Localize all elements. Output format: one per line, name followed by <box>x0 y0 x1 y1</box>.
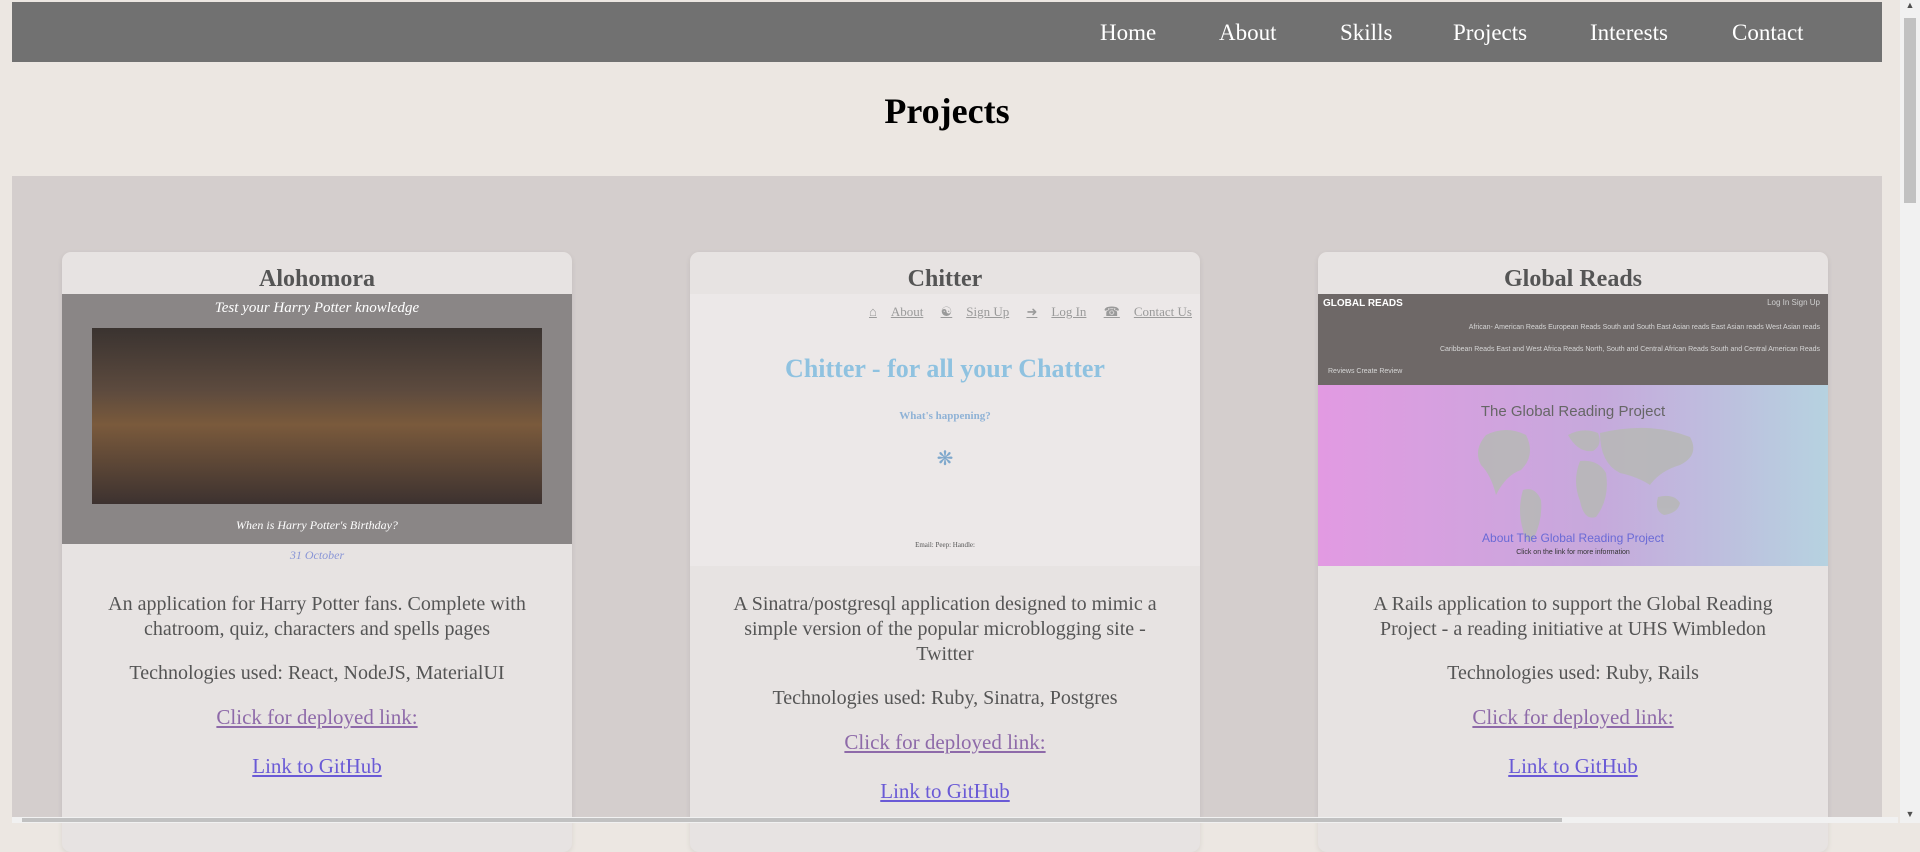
harry-potter-scene-image <box>92 328 542 504</box>
thumbnail-form: Email: Peep: Handle: <box>915 541 975 549</box>
project-thumbnail: ⌂ About ☯ Sign Up ➜ Log In ☎ Contact Us Chit… <box>690 294 1200 566</box>
thumbnail-background <box>690 294 1200 566</box>
thumbnail-auth: Log In Sign Up <box>1767 298 1820 307</box>
project-description: An application for Harry Potter fans. Co… <box>108 593 526 640</box>
project-thumbnail: GLOBAL READS Log In Sign Up African- Ame… <box>1318 294 1828 566</box>
top-nav: Home About Skills Projects Interests Con… <box>12 2 1882 62</box>
github-link[interactable]: Link to GitHub <box>1318 754 1828 779</box>
thumbnail-question: When is Harry Potter's Birthday? <box>236 518 398 532</box>
nav-about[interactable]: About <box>1219 20 1277 46</box>
thumbnail-nav-contact: Contact Us <box>1133 304 1192 319</box>
nav-skills[interactable]: Skills <box>1340 20 1392 46</box>
thumbnail-answer: 31 October <box>289 548 345 562</box>
thumbnail-navbar: GLOBAL READS Log In Sign Up African- Ame… <box>1318 294 1828 385</box>
scrollbar-thumb[interactable] <box>22 818 1562 822</box>
project-title: Alohomora <box>259 266 375 292</box>
scroll-down-arrow-icon[interactable]: ▼ <box>1900 809 1920 819</box>
horizontal-scrollbar[interactable] <box>12 817 1898 823</box>
vertical-scrollbar[interactable]: ▲ ▼ <box>1900 0 1920 823</box>
project-card-chitter: Chitter ⌂ About ☯ Sign Up ➜ Log In ☎ Contact… <box>690 252 1200 852</box>
project-tech: Technologies used: React, NodeJS, Materi… <box>129 662 505 684</box>
deployed-link[interactable]: Click for deployed link: <box>1318 705 1828 730</box>
project-body: An application for Harry Potter fans. Co… <box>62 592 572 803</box>
nav-home[interactable]: Home <box>1100 20 1156 46</box>
project-body: A Rails application to support the Globa… <box>1318 592 1828 803</box>
thumbnail-hero-about: About The Global Reading Project <box>1482 531 1664 545</box>
nav-contact[interactable]: Contact <box>1732 20 1804 46</box>
projects-grid: Alohomora Test your Harry Potter knowled… <box>12 176 1882 852</box>
thumbnail-menu-row: Reviews Create Review <box>1328 368 1403 375</box>
thumbnail-nav: ⌂ About ☯ Sign Up ➜ Log In ☎ Contact Us <box>855 304 1192 320</box>
project-description: A Sinatra/postgresql application designe… <box>733 593 1157 665</box>
project-tech: Technologies used: Ruby, Sinatra, Postgr… <box>772 687 1118 709</box>
deployed-link[interactable]: Click for deployed link: <box>690 730 1200 755</box>
nav-projects[interactable]: Projects <box>1453 20 1527 46</box>
thumbnail-nav-signup: Sign Up <box>966 304 1010 319</box>
github-link[interactable]: Link to GitHub <box>62 754 572 779</box>
project-tech: Technologies used: Ruby, Rails <box>1447 662 1699 684</box>
user-plus-icon: ☯ <box>940 304 953 319</box>
phone-icon: ☎ <box>1103 304 1120 319</box>
scrollbar-thumb[interactable] <box>1904 18 1916 203</box>
home-icon: ⌂ <box>869 304 877 319</box>
thumbnail-hero-click: Click on the link for more information <box>1516 549 1630 556</box>
twitter-bird-icon: ❋ <box>936 448 954 470</box>
thumbnail-nav-about: About <box>890 304 924 319</box>
project-description: A Rails application to support the Globa… <box>1373 593 1773 640</box>
project-title: Chitter <box>907 266 983 292</box>
project-card-global-reads: Global Reads GLOBAL READS Log In Sign Up… <box>1318 252 1828 852</box>
thumbnail-menu-row: Caribbean Reads East and West Africa Rea… <box>1439 346 1820 353</box>
thumbnail-hero: The Global Reading Project About The Glo… <box>1318 385 1828 566</box>
section-title: Projects <box>884 91 1010 131</box>
thumbnail-caption: Test your Harry Potter knowledge <box>214 300 420 316</box>
deployed-link[interactable]: Click for deployed link: <box>62 705 572 730</box>
thumbnail-menu-row: African- American Reads European Reads S… <box>1468 324 1820 331</box>
nav-interests[interactable]: Interests <box>1590 20 1668 46</box>
project-title: Global Reads <box>1503 266 1643 292</box>
sign-in-icon: ➜ <box>1026 304 1038 319</box>
thumbnail-subhead: What's happening? <box>899 410 991 422</box>
project-body: A Sinatra/postgresql application designe… <box>690 592 1200 828</box>
thumbnail-nav-login: Log In <box>1051 304 1087 319</box>
project-card-alohomora: Alohomora Test your Harry Potter knowled… <box>62 252 572 852</box>
project-thumbnail: Test your Harry Potter knowledge When is… <box>62 294 572 566</box>
thumbnail-brand: GLOBAL READS <box>1323 298 1403 309</box>
scroll-up-arrow-icon[interactable]: ▲ <box>1900 0 1920 10</box>
github-link[interactable]: Link to GitHub <box>690 779 1200 804</box>
page: Home About Skills Projects Interests Con… <box>12 0 1882 852</box>
thumbnail-headline: Chitter - for all your Chatter <box>785 354 1105 383</box>
